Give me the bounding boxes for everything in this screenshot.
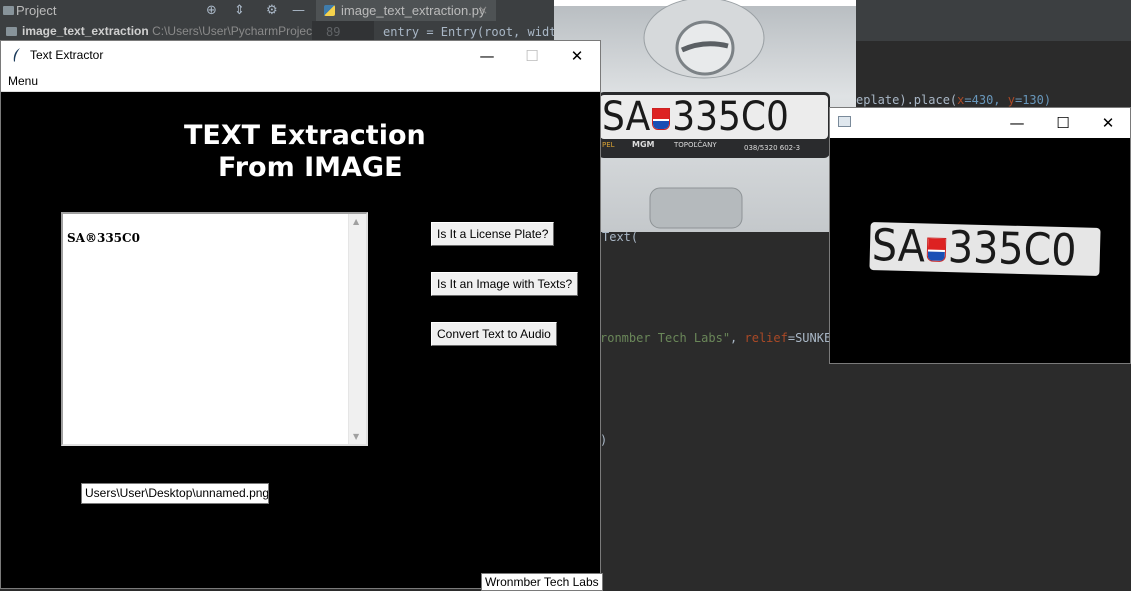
extracted-text-area[interactable]: SA®335C0 ▲ ▼ <box>61 212 368 446</box>
ide-project-label: Project <box>16 3 57 18</box>
text-scrollbar[interactable]: ▲ ▼ <box>348 214 366 444</box>
minimize-button[interactable]: — <box>464 41 510 71</box>
editor-tab-label: image_text_extraction.py <box>341 3 486 18</box>
code-text: , <box>730 331 745 345</box>
code-text: entry = Entry(root, width <box>383 25 564 39</box>
code-param: relief <box>744 331 788 345</box>
text-to-audio-button[interactable]: Convert Text to Audio <box>431 322 557 346</box>
app-window-icon <box>838 116 851 127</box>
menu-item[interactable]: Menu <box>8 74 38 88</box>
page-heading-line1: TEXT Extraction <box>184 120 426 151</box>
code-number: =130) <box>1014 93 1052 107</box>
plate-text-left: SA <box>602 94 651 140</box>
project-root-name: image_text_extraction <box>22 24 149 38</box>
project-root-path: C:\Users\User\PycharmProjec <box>152 24 313 38</box>
feather-icon <box>13 48 20 62</box>
scroll-up-icon[interactable]: ▲ <box>353 217 359 226</box>
ide-project-selector[interactable]: Project ⊕ ⇕ ⚙ — <box>0 0 312 21</box>
editor-tab[interactable]: image_text_extraction.py × <box>316 0 496 23</box>
code-line-entry: entry = Entry(root, width <box>383 25 564 39</box>
code-param: y <box>1007 93 1015 107</box>
code-text: Text( <box>602 230 639 244</box>
plate-text-right: 335C0 <box>947 222 1078 277</box>
folder-icon <box>6 27 17 36</box>
dealer-frame-text: 038/5320 602-3 <box>744 144 801 152</box>
plate-text-right: 335C0 <box>672 94 789 140</box>
image-path-input[interactable]: Users\User\Desktop\unnamed.png <box>81 483 269 504</box>
window-title: Text Extractor <box>30 48 104 62</box>
folder-icon <box>3 6 14 15</box>
plate-preview-window: — ☐ ✕ SA 335C0 <box>829 107 1131 364</box>
code-line-text: Text( <box>602 230 638 244</box>
maximize-button[interactable]: ☐ <box>1040 108 1086 138</box>
code-text: =SUNKEN <box>787 331 829 345</box>
menu-bar: Menu <box>1 71 600 92</box>
close-button[interactable]: ✕ <box>1085 108 1131 138</box>
coat-of-arms-icon <box>926 237 947 262</box>
code-text: ) <box>600 433 608 447</box>
line-number: 89 <box>326 25 341 39</box>
target-icon[interactable]: ⊕ <box>206 3 217 18</box>
dealer-frame-text: PEL <box>602 141 615 149</box>
car-license-plate: SA 335C0 <box>600 95 828 139</box>
credit-label: Wronmber Tech Labs <box>481 573 603 591</box>
license-plate-button[interactable]: Is It a License Plate? <box>431 222 555 246</box>
dealer-frame-text: MGM <box>632 140 655 149</box>
plate-window-titlebar: — ☐ ✕ <box>830 108 1130 138</box>
code-number: =430, <box>964 93 1008 107</box>
text-extractor-window: Text Extractor — ☐ ✕ Menu TEXT Extractio… <box>0 40 603 591</box>
tab-close-icon[interactable]: × <box>478 3 488 17</box>
python-file-icon <box>324 5 335 16</box>
code-text: eplate).place( <box>856 93 958 107</box>
collapse-icon[interactable]: ⇕ <box>234 3 245 18</box>
maximize-button[interactable]: ☐ <box>509 41 555 71</box>
code-line-place: eplate).place(x=430, y=130) <box>856 93 1051 107</box>
window-titlebar: Text Extractor — ☐ ✕ <box>1 41 600 71</box>
code-string: ronmber Tech Labs" <box>600 331 731 345</box>
minimize-button[interactable]: — <box>994 108 1040 138</box>
gear-icon[interactable]: ⚙ <box>266 3 278 18</box>
plate-text-left: SA <box>871 220 926 273</box>
coat-of-arms-icon <box>652 108 671 130</box>
code-line-label: ronmber Tech Labs", relief=SUNKEN <box>600 331 829 345</box>
hide-panel-icon[interactable]: — <box>292 3 305 18</box>
page-heading-line2: From IMAGE <box>218 152 403 183</box>
extracted-text: SA®335C0 <box>67 231 140 245</box>
close-button[interactable]: ✕ <box>554 41 600 71</box>
project-root-item[interactable]: image_text_extraction C:\Users\User\Pych… <box>6 24 312 38</box>
scroll-down-icon[interactable]: ▼ <box>353 432 359 441</box>
dealer-frame-text: TOPOĽČANY <box>674 141 717 149</box>
cropped-license-plate: SA 335C0 <box>869 220 1101 277</box>
code-line-paren: ) <box>600 433 607 447</box>
image-texts-button[interactable]: Is It an Image with Texts? <box>431 272 579 296</box>
